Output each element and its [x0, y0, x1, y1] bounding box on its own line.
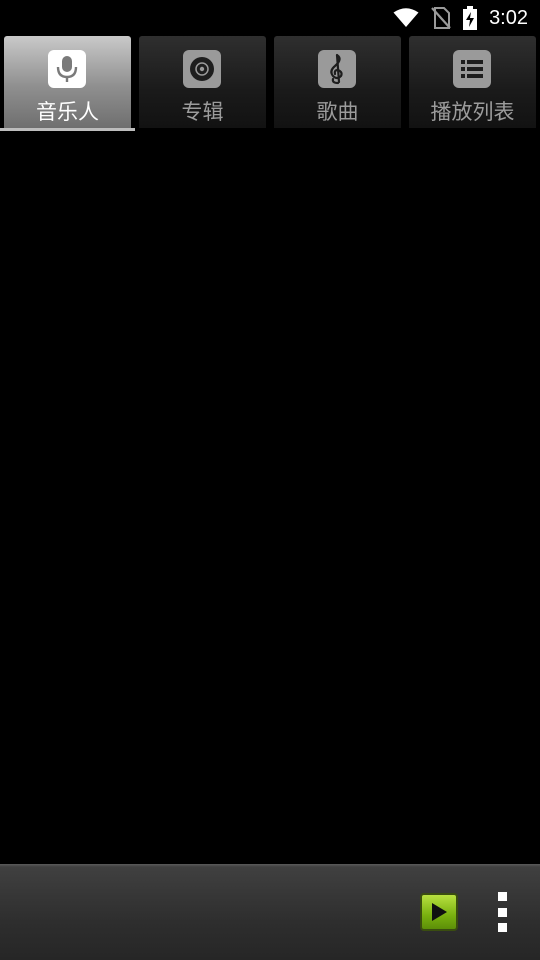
battery-charging-icon — [463, 6, 478, 30]
playlist-icon — [453, 50, 491, 88]
play-icon — [432, 903, 447, 921]
bottom-bar — [0, 864, 540, 960]
menu-dot — [497, 923, 507, 932]
tab-label: 歌曲 — [316, 100, 359, 124]
tab-bar: 音乐人 专辑 歌曲 播放列表 — [0, 36, 540, 132]
tab-label: 播放列表 — [430, 100, 515, 124]
tab-playlists[interactable]: 播放列表 — [409, 36, 536, 128]
selected-tab-indicator — [0, 128, 135, 131]
status-bar: 3:02 — [0, 0, 540, 36]
wifi-icon — [393, 8, 419, 28]
menu-dot — [497, 907, 507, 917]
no-sim-icon — [431, 7, 451, 29]
album-disc-icon — [183, 50, 221, 88]
tab-label: 音乐人 — [36, 100, 99, 124]
status-clock: 3:02 — [489, 6, 528, 29]
tab-albums[interactable]: 专辑 — [139, 36, 266, 128]
tab-artists[interactable]: 音乐人 — [4, 36, 131, 128]
tab-songs[interactable]: 歌曲 — [274, 36, 401, 128]
status-icons: 3:02 — [393, 0, 528, 36]
artist-list[interactable] — [0, 132, 540, 864]
overflow-menu-icon — [497, 892, 507, 901]
microphone-icon — [48, 50, 86, 88]
overflow-menu-button[interactable] — [490, 892, 514, 932]
treble-clef-icon — [318, 50, 356, 88]
play-button[interactable] — [420, 893, 458, 931]
tab-label: 专辑 — [181, 100, 224, 124]
